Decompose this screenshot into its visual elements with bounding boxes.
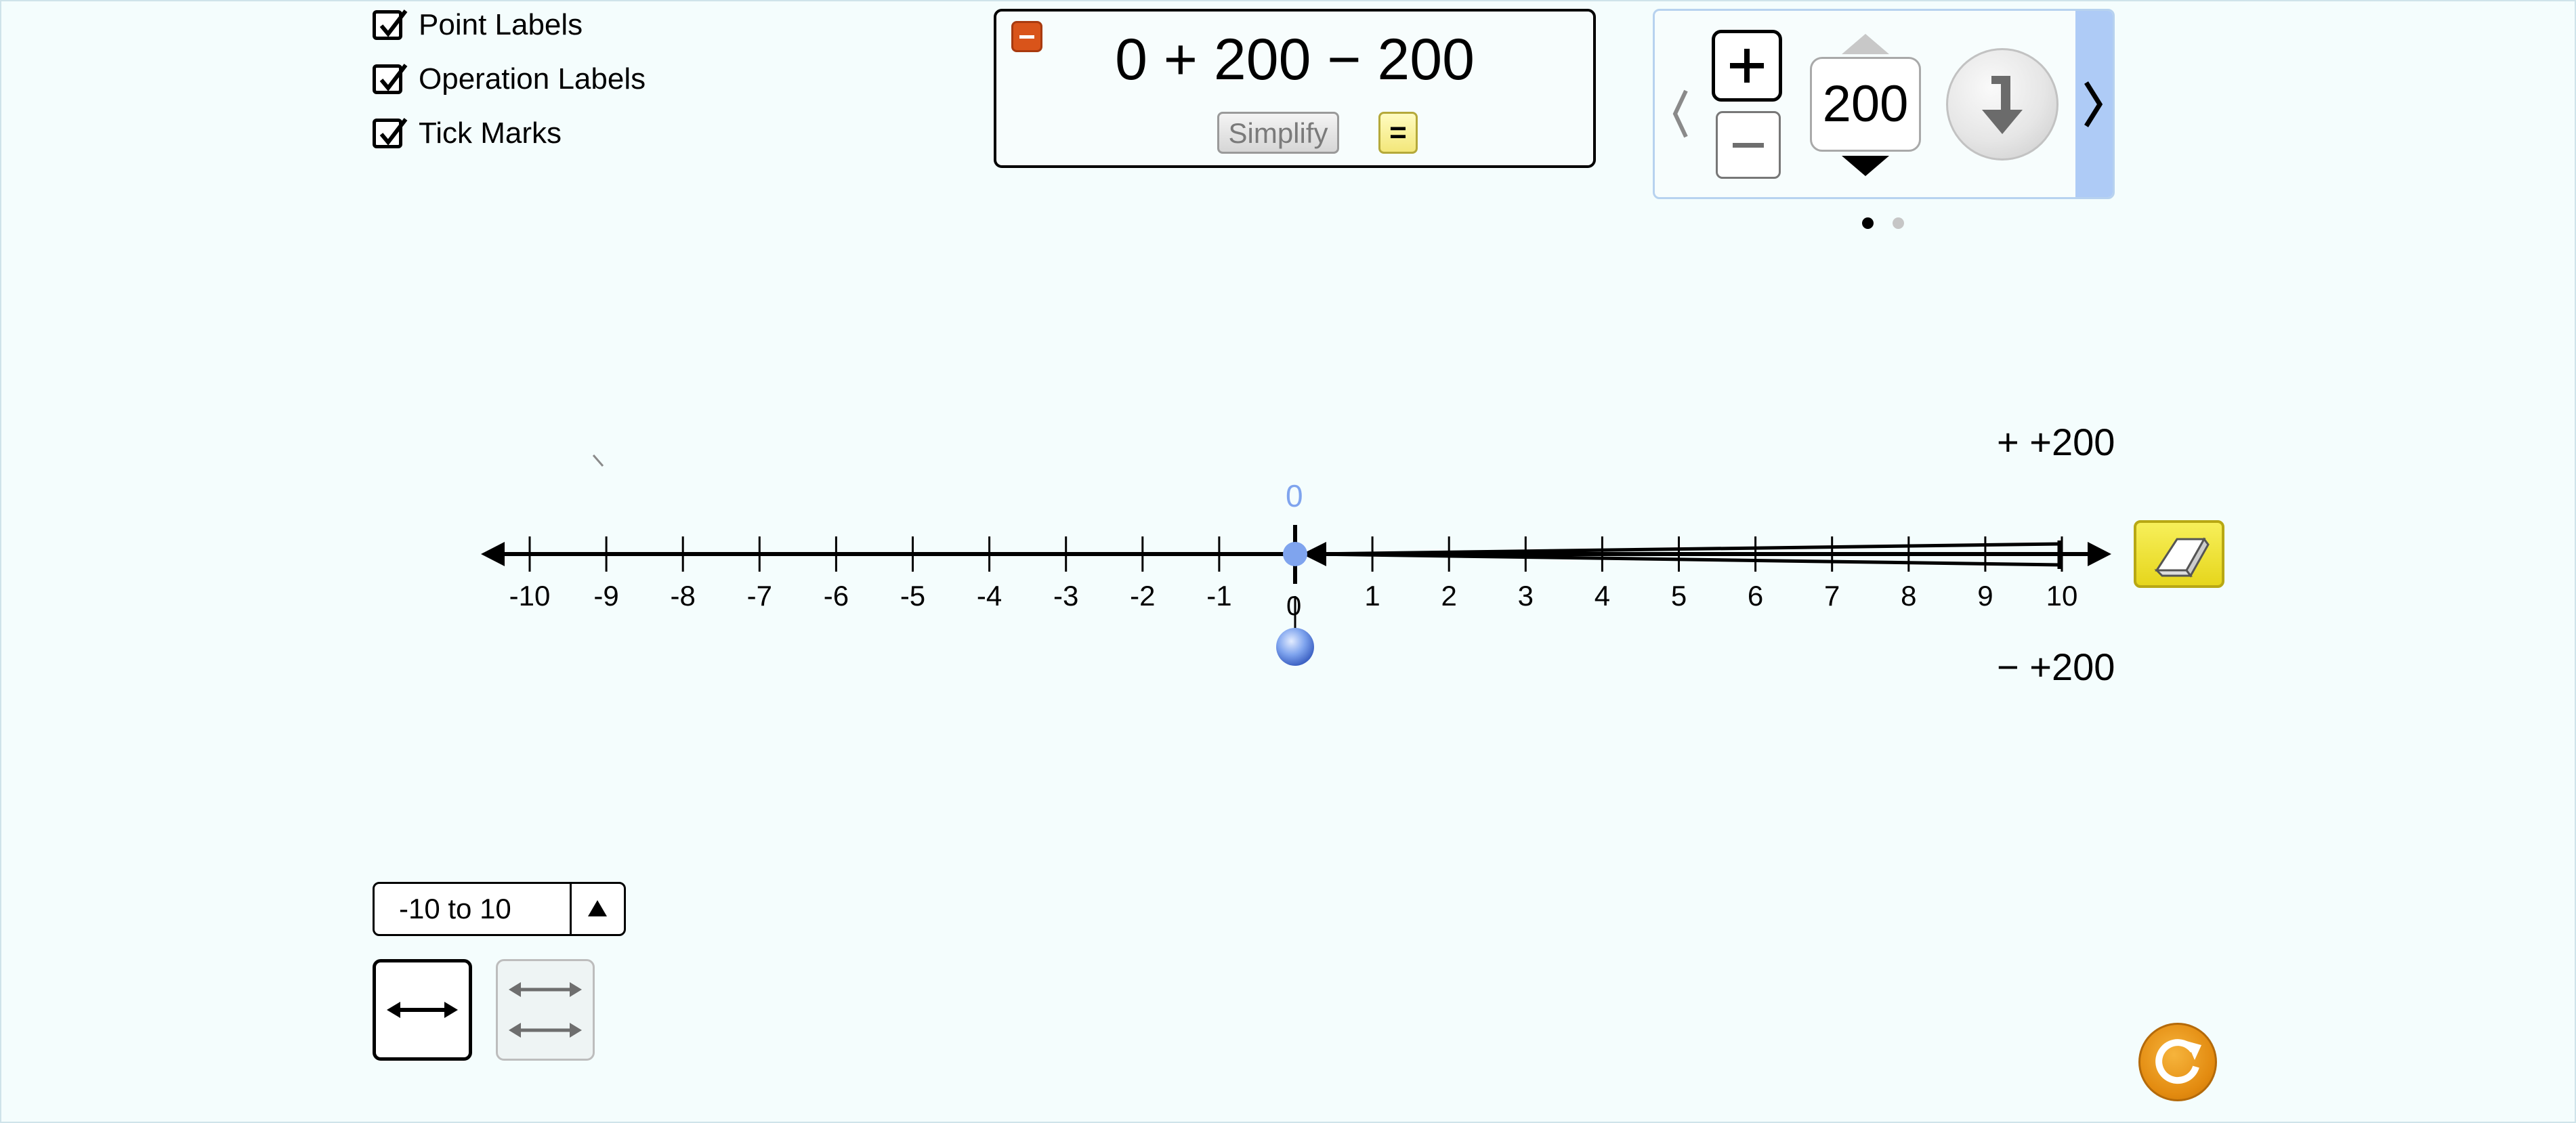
minus-operation-label: − +200 [1997, 645, 2115, 688]
tick-label: 9 [1977, 580, 1993, 612]
reset-button[interactable] [2138, 1023, 2217, 1101]
two-double-arrows-icon [509, 982, 582, 1038]
tick-label: 4 [1595, 580, 1610, 612]
plus-operation-label: + +200 [1997, 421, 2115, 463]
single-direction-mode-button[interactable] [373, 959, 472, 1061]
eraser-button[interactable] [2134, 520, 2224, 588]
tick-label: -10 [509, 580, 551, 612]
range-selector-toggle[interactable] [570, 884, 624, 934]
tick-label: 10 [2046, 580, 2078, 612]
tick-label: -3 [1053, 580, 1078, 612]
tick-label: -4 [977, 580, 1002, 612]
tick-label: -2 [1130, 580, 1155, 612]
point-marker [1283, 542, 1307, 566]
tick-label: -8 [671, 580, 696, 612]
tick-label: 6 [1748, 580, 1763, 612]
double-arrow-icon [387, 1002, 458, 1018]
point-below-label: 0 [1286, 591, 1302, 621]
eraser-icon [2154, 537, 2210, 578]
tick-label: -7 [747, 580, 772, 612]
axis-right-arrow-icon [2088, 542, 2111, 566]
triangle-up-icon [588, 900, 607, 916]
number-line: -10 -9 -8 -7 -6 -5 -4 -3 -2 -1 1 2 3 4 5 6 7 8 9 10 [481, 454, 2111, 666]
tick-label: 7 [1824, 580, 1840, 612]
tick-label: -9 [593, 580, 618, 612]
tick-label: -5 [900, 580, 925, 612]
point-drag-handle[interactable] [1276, 628, 1314, 666]
tick-label: -1 [1206, 580, 1231, 612]
tick-label: 1 [1364, 580, 1380, 612]
range-selector[interactable]: -10 to 10 [373, 882, 626, 936]
cursor-mark-icon [592, 454, 604, 467]
point-value-label: 0 [1286, 478, 1303, 513]
reset-icon [2155, 1039, 2201, 1084]
range-selector-value: -10 to 10 [399, 893, 511, 925]
axis-left-arrow-icon [481, 542, 505, 566]
tick-label: 3 [1518, 580, 1534, 612]
tick-label: -6 [824, 580, 849, 612]
two-line-mode-button[interactable] [496, 959, 595, 1061]
tick-label: 5 [1671, 580, 1687, 612]
tick-label: 2 [1441, 580, 1457, 612]
tick-label: 8 [1901, 580, 1916, 612]
